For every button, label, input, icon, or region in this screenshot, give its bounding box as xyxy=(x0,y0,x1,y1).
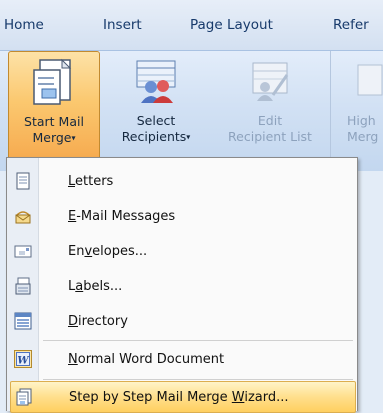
labels-icon xyxy=(15,277,31,295)
menu-item-directory[interactable]: Directory xyxy=(7,306,357,336)
tab-home[interactable]: Home xyxy=(4,17,44,33)
dropdown-arrow-icon: ▾ xyxy=(186,132,191,142)
menu-item-letters[interactable]: Letters xyxy=(7,166,357,196)
menu-item-envelopes[interactable]: Envelopes... xyxy=(7,236,357,266)
highlight-label-line1: High xyxy=(347,113,376,128)
word-document-icon: W xyxy=(14,350,32,368)
start-mail-merge-label-line1: Start Mail xyxy=(24,114,84,129)
select-recipients-label-line2: Recipients xyxy=(121,129,187,144)
wizard-icon xyxy=(16,388,32,406)
letter-icon xyxy=(16,172,30,190)
ribbon-mailings-group: Start Mail Merge▾ Select Recipients▾ Edi… xyxy=(0,50,383,171)
select-recipients-label-line1: Select xyxy=(136,113,176,128)
highlight-merge-fields-button[interactable]: High Merg xyxy=(330,51,383,161)
dropdown-arrow-icon: ▾ xyxy=(71,133,76,143)
menu-item-email-messages-label: E-Mail Messages xyxy=(68,209,176,224)
start-mail-merge-label-line2: Merge xyxy=(32,130,72,145)
start-mail-merge-button[interactable]: Start Mail Merge▾ xyxy=(8,51,100,163)
svg-text:W: W xyxy=(17,356,30,367)
highlight-label-line2: Merg xyxy=(347,129,379,144)
menu-item-envelopes-label: Envelopes... xyxy=(68,244,148,259)
tab-page-layout[interactable]: Page Layout xyxy=(190,17,273,33)
start-mail-merge-dropdown-menu: Letters E-Mail Messages Envelopes... Lab… xyxy=(6,157,358,413)
edit-recipient-list-button[interactable]: Edit Recipient List xyxy=(218,51,322,161)
select-recipients-icon xyxy=(136,60,176,103)
menu-item-labels[interactable]: Labels... xyxy=(7,271,357,301)
menu-separator xyxy=(43,379,353,380)
tab-insert[interactable]: Insert xyxy=(103,17,142,33)
menu-item-email-messages[interactable]: E-Mail Messages xyxy=(7,201,357,231)
menu-item-normal-word-document-label: Normal Word Document xyxy=(68,352,225,367)
email-icon xyxy=(15,211,31,224)
menu-item-letters-label: Letters xyxy=(68,174,114,189)
menu-separator xyxy=(43,340,353,341)
menu-item-step-by-step-wizard[interactable]: Step by Step Mail Merge Wizard... xyxy=(10,381,356,413)
tab-references[interactable]: Refer xyxy=(333,17,369,33)
menu-item-labels-label: Labels... xyxy=(68,279,123,294)
edit-recipient-list-label-line2: Recipient List xyxy=(228,129,312,144)
highlight-merge-fields-icon xyxy=(357,64,383,96)
ribbon-tab-bar: Home Insert Page Layout Refer xyxy=(0,0,383,50)
edit-recipient-list-label-line1: Edit xyxy=(257,113,283,128)
start-mail-merge-icon xyxy=(33,58,72,105)
edit-recipient-list-icon xyxy=(252,62,289,101)
select-recipients-button[interactable]: Select Recipients▾ xyxy=(100,51,212,161)
directory-icon xyxy=(14,312,32,330)
envelope-icon xyxy=(14,245,32,258)
menu-item-normal-word-document[interactable]: W Normal Word Document xyxy=(7,344,357,374)
menu-item-step-by-step-wizard-label: Step by Step Mail Merge Wizard... xyxy=(69,390,289,405)
menu-item-directory-label: Directory xyxy=(68,314,128,329)
